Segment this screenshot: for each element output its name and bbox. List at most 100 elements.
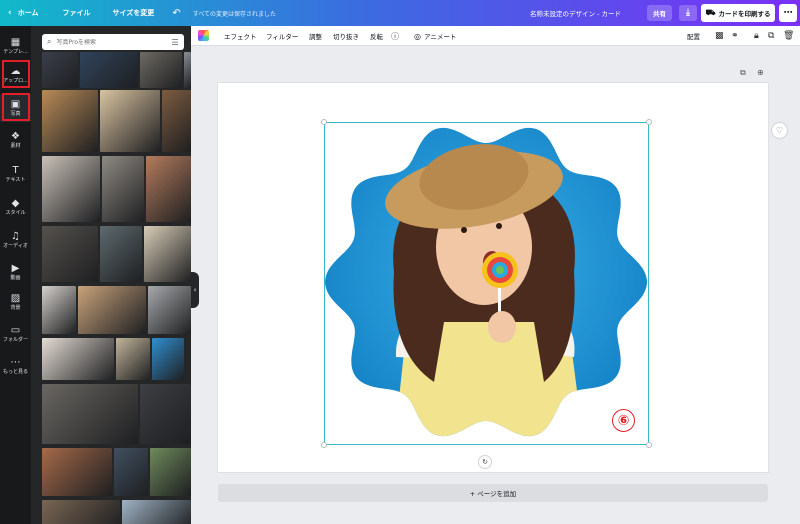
sidebar-item-label: 背景 [10, 304, 21, 311]
photo-thumbnail[interactable] [42, 286, 76, 334]
photo-thumbnail[interactable] [144, 226, 191, 282]
lock-icon[interactable]: 🔒︎ [754, 26, 759, 46]
copy-page-icon[interactable]: ⧉ [740, 68, 746, 78]
resize-handle-tr[interactable] [646, 119, 652, 125]
template-icon: ▦ [10, 36, 21, 48]
share-button[interactable]: 共有 [647, 5, 672, 21]
photo-thumbnail[interactable] [116, 338, 150, 380]
audio-icon: ♫ [11, 230, 20, 242]
flip-button[interactable]: 反転 [370, 26, 383, 46]
resize-button[interactable]: サイズを変更 [113, 0, 155, 26]
photo-thumbnail[interactable] [100, 226, 142, 282]
sidebar-item-label: 素材 [10, 142, 21, 149]
photo-thumbnail[interactable] [42, 448, 112, 496]
add-page-button[interactable]: + ページを追加 [218, 484, 768, 502]
style-icon: ◆ [11, 197, 20, 209]
photo-thumbnail[interactable] [162, 90, 191, 152]
resize-handle-bl[interactable] [321, 442, 327, 448]
chevron-left-icon[interactable]: ‹ [8, 0, 12, 26]
info-icon[interactable]: ⓘ [391, 26, 399, 46]
photo-search-input[interactable] [56, 38, 167, 46]
photo-thumbnail[interactable] [100, 90, 160, 152]
photo-search-box[interactable]: ⌕ ☰ [42, 34, 184, 50]
photo-thumbnail[interactable] [78, 286, 146, 334]
comment-icon[interactable]: ♡ [771, 122, 788, 139]
photo-thumbnail[interactable] [42, 226, 98, 282]
trash-icon[interactable]: 🗑︎ [783, 26, 794, 46]
animate-icon: ◎ [414, 31, 421, 41]
sidebar-item-text[interactable]: T テキスト [0, 160, 31, 188]
photo-thumbnail[interactable] [140, 52, 182, 88]
sidebar-item-style[interactable]: ◆ スタイル [0, 193, 31, 221]
sidebar-item-video[interactable]: ▶ 動画 [0, 258, 31, 286]
photo-thumbnail[interactable] [140, 384, 191, 444]
photo-thumbnail[interactable] [42, 156, 100, 222]
photo-thumbnail[interactable] [102, 156, 144, 222]
photo-thumbnail[interactable] [42, 384, 138, 444]
photo-thumbnail[interactable] [114, 448, 148, 496]
sidebar-item-more-dots[interactable]: ⋯ もっと見る [0, 352, 31, 380]
sidebar-item-label: フォルダー [2, 336, 28, 343]
background-icon: ▨ [10, 292, 21, 304]
animate-label: アニメート [423, 33, 457, 41]
photo-thumbnail[interactable] [42, 500, 120, 524]
photo-thumbnail[interactable] [152, 338, 184, 380]
photo-highlight-box [2, 93, 30, 121]
folder-icon: ▭ [10, 324, 21, 336]
more-icon[interactable]: ⋯ [779, 4, 797, 22]
home-link[interactable]: ホーム [18, 0, 39, 26]
elements-icon: ❖ [11, 130, 20, 142]
editor-toolbar: エフェクト フィルター 調整 切り抜き 反転 ⓘ ◎ アニメート 配置 ▩ ⚭ … [191, 26, 800, 46]
more-dots-icon: ⋯ [10, 356, 21, 368]
animate-button[interactable]: ◎ アニメート [414, 26, 456, 46]
crop-button[interactable]: 切り抜き [333, 26, 359, 46]
photo-panel: ⌕ ☰ [31, 26, 191, 524]
photo-thumbnail[interactable] [42, 52, 78, 88]
document-title[interactable]: 名称未設定のデザイン - カード [530, 0, 621, 26]
photo-thumbnail[interactable] [42, 338, 114, 380]
photo-thumbnail[interactable] [80, 52, 138, 88]
sidebar-item-template[interactable]: ▦ テンプレ... [0, 32, 31, 60]
photo-thumbnail[interactable] [184, 52, 191, 88]
sidebar-item-label: 動画 [10, 274, 21, 281]
duplicate-icon[interactable]: ⧉ [768, 26, 774, 46]
download-icon[interactable]: ⤓ [679, 5, 697, 21]
sidebar-item-audio[interactable]: ♫ オーディオ [0, 226, 31, 254]
save-status: すべての変更は保存されました [192, 10, 277, 18]
link-icon[interactable]: ⚭ [731, 26, 739, 46]
undo-icon[interactable]: ↶ [172, 0, 180, 26]
add-page-icon[interactable]: ⊕ [757, 68, 764, 77]
effect-button[interactable]: エフェクト [224, 26, 257, 46]
text-icon: T [12, 164, 19, 176]
filter-button[interactable]: フィルター [266, 26, 298, 46]
sidebar-item-label: スタイル [5, 209, 26, 216]
step-6-marker: ⑥ [612, 409, 635, 432]
photo-thumbnail[interactable] [146, 156, 191, 222]
transparency-icon[interactable]: ▩ [715, 26, 724, 46]
filter-icon[interactable]: ☰ [171, 38, 178, 47]
selection-frame[interactable] [324, 122, 649, 445]
rotate-icon[interactable]: ↻ [478, 455, 492, 469]
truck-icon: ⛟ [705, 8, 716, 17]
top-bar: ‹ ホーム ファイル サイズを変更 ↶ すべての変更は保存されました 名称未設定… [0, 0, 800, 26]
resize-handle-br[interactable] [646, 442, 652, 448]
color-picker-icon[interactable] [198, 30, 209, 41]
sidebar-item-label: テンプレ... [3, 48, 28, 55]
print-card-button[interactable]: ⛟ カードを印刷する [701, 4, 775, 22]
photo-thumbnail[interactable] [150, 448, 191, 496]
sidebar-item-elements[interactable]: ❖ 素材 [0, 126, 31, 154]
search-icon: ⌕ [47, 37, 52, 46]
print-card-label: カードを印刷する [718, 10, 771, 18]
sidebar-item-folder[interactable]: ▭ フォルダー [0, 320, 31, 348]
photo-thumbnail[interactable] [122, 500, 191, 524]
photo-thumbnail[interactable] [42, 90, 98, 152]
sidebar-item-label: テキスト [5, 176, 26, 183]
position-button[interactable]: 配置 [687, 26, 700, 46]
adjust-button[interactable]: 調整 [309, 26, 322, 46]
resize-handle-tl[interactable] [321, 119, 327, 125]
upload-highlight-box [2, 60, 30, 88]
file-menu[interactable]: ファイル [63, 0, 91, 26]
photo-thumbnail[interactable] [148, 286, 191, 334]
sidebar-item-background[interactable]: ▨ 背景 [0, 288, 31, 316]
collapse-panel-icon[interactable]: ‹ [191, 272, 199, 308]
